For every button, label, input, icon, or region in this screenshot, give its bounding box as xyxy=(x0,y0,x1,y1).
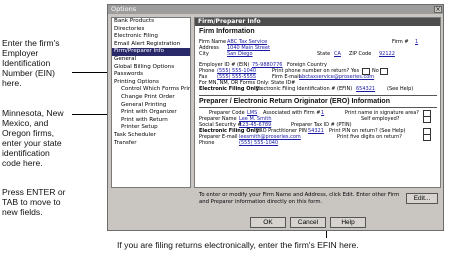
nav-item[interactable]: Bank Products xyxy=(112,18,190,26)
section-divider xyxy=(199,95,437,96)
firm-section-heading: Firm Information xyxy=(199,28,255,35)
firm-num-field[interactable]: 1 xyxy=(415,39,418,45)
state-field[interactable]: CA xyxy=(334,51,341,57)
callout-state-id: Minnesota, New Mexico, and Oregon firms,… xyxy=(2,108,64,168)
nav-item[interactable]: Global Billing Options xyxy=(112,64,190,72)
window-titlebar: Options × xyxy=(108,5,443,14)
preparer-section-heading: Preparer / Electronic Return Originator … xyxy=(199,98,390,105)
edit-button[interactable]: Edit... xyxy=(406,193,438,204)
assoc-firm-label: Associated with Firm # xyxy=(263,110,321,116)
print-phone-no-checkbox[interactable] xyxy=(380,68,388,75)
ok-button[interactable]: OK xyxy=(250,217,286,228)
firm-email-field[interactable]: abctaxservice@proseries.com xyxy=(299,74,374,80)
nav-item[interactable]: Task Scheduler xyxy=(112,132,190,140)
preparer-phone-field[interactable]: (555) 555-1040 xyxy=(239,140,278,146)
nav-item[interactable]: Electronic Filing xyxy=(112,33,190,41)
nav-item[interactable]: Control Which Forms Print xyxy=(112,86,190,94)
efin-label: Electronic Filing Only: xyxy=(199,86,261,92)
cancel-button[interactable]: Cancel xyxy=(290,217,326,228)
edit-instructions: To enter or modify your Firm Name and Ad… xyxy=(199,192,400,205)
preparer-phone-label: Phone xyxy=(199,140,215,146)
firm-num-label: Firm # xyxy=(392,39,409,45)
efin-row: Electronic Filing Only: Electronic Filin… xyxy=(199,86,413,92)
city-field[interactable]: San Diego xyxy=(227,51,253,57)
options-nav-list[interactable]: Bank Products Directories Electronic Filin… xyxy=(111,17,191,188)
nav-item[interactable]: Directories xyxy=(112,26,190,34)
city-label: City xyxy=(199,51,209,57)
print-digits-checkbox[interactable] xyxy=(423,134,431,141)
nav-item[interactable]: Email Alert Registration xyxy=(112,41,190,49)
nav-item[interactable]: General Printing xyxy=(112,102,190,110)
callout-efin: If you are filing returns electronically… xyxy=(117,240,359,250)
callout-enter-tab: Press ENTER or TAB to move to new fields… xyxy=(2,187,66,217)
nav-item[interactable]: Printer Setup xyxy=(112,124,190,132)
section-divider-2 xyxy=(199,107,437,108)
nav-item[interactable]: Passwords xyxy=(112,71,190,79)
firm-city-row: City San Diego State CA ZIP Code 92122 xyxy=(199,51,395,57)
nav-item[interactable]: Change Print Order xyxy=(112,94,190,102)
window-title: Options xyxy=(111,5,137,13)
nav-item[interactable]: Printing Options xyxy=(112,79,190,87)
zip-field[interactable]: 92122 xyxy=(379,51,395,57)
assoc-firm-field[interactable]: 1 xyxy=(321,110,324,116)
nav-item[interactable]: Firm/Preparer Info xyxy=(112,48,190,56)
help-button[interactable]: Help xyxy=(330,217,366,228)
self-employed-checkbox[interactable] xyxy=(423,116,431,123)
efin-label-detail: Electronic Filing Identification # (EFIN… xyxy=(256,86,353,92)
print-digits-label: Print five digits on return? xyxy=(337,134,402,140)
close-icon[interactable]: × xyxy=(434,6,442,13)
panel-title: Firm/Preparer Info xyxy=(195,18,440,26)
callout-ein: Enter the firm's Employer Identification… xyxy=(2,38,60,88)
efin-field[interactable]: 654321 xyxy=(356,86,375,92)
firm-preparer-panel: Firm/Preparer Info Firm Information Firm… xyxy=(194,17,441,188)
nav-item[interactable]: Print with Return xyxy=(112,117,190,125)
preparer-phone-row: Phone (555) 555-1040 xyxy=(199,140,278,146)
nav-item[interactable]: Transfer xyxy=(112,140,190,148)
zip-label: ZIP Code xyxy=(349,51,372,57)
state-label: State xyxy=(317,51,331,57)
nav-item[interactable]: Print with Organizer xyxy=(112,109,190,117)
options-window: Options × Bank Products Directories Electr… xyxy=(107,4,444,231)
ero-pin-field[interactable]: 54321 xyxy=(308,128,324,134)
nav-item[interactable]: General xyxy=(112,56,190,64)
efin-see-help: (See Help) xyxy=(387,86,414,92)
self-employed-label: Self employed? xyxy=(361,116,400,122)
